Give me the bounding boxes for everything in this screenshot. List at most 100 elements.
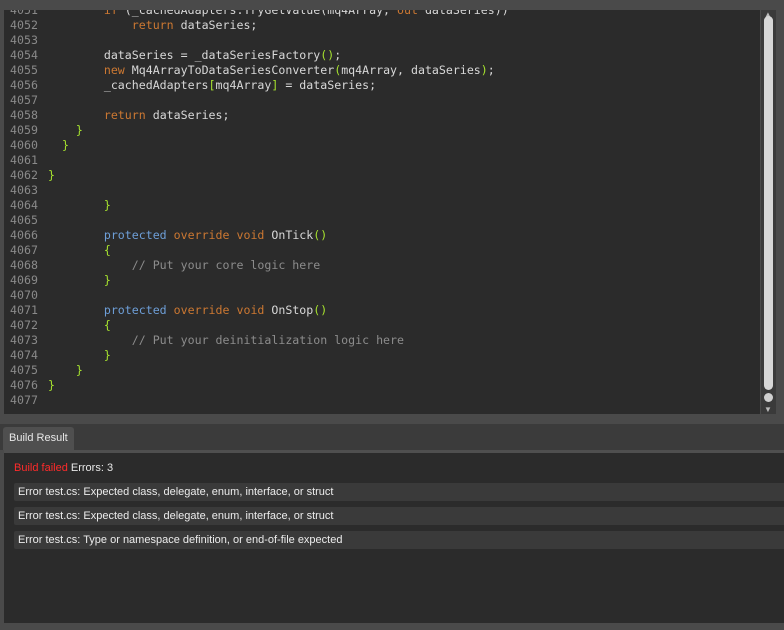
line-number: 4075 (10, 363, 38, 377)
code-line[interactable]: 4066 protected override void OnTick() (4, 228, 760, 243)
error-row[interactable]: Error test.cs: Type or namespace definit… (14, 531, 784, 549)
code-token: if (103, 10, 118, 17)
code-token: override (173, 228, 230, 242)
scrollbar-thumb[interactable] (764, 16, 773, 390)
line-number: 4071 (10, 303, 38, 317)
code-text: return dataSeries; (48, 108, 230, 123)
code-line[interactable]: 4059 } (4, 123, 760, 138)
error-row[interactable]: Error test.cs: Expected class, delegate,… (14, 483, 784, 501)
code-token: return (131, 18, 174, 32)
code-line[interactable]: 4062} (4, 168, 760, 183)
code-line[interactable]: 4075 } (4, 363, 760, 378)
editor-vertical-scrollbar[interactable]: ▲ ▼ (761, 10, 776, 414)
code-token: [ (208, 78, 216, 92)
code-text: } (48, 348, 111, 363)
code-text: dataSeries = _dataSeriesFactory(); (48, 48, 341, 63)
code-line[interactable]: 4056 _cachedAdapters[mq4Array] = dataSer… (4, 78, 760, 93)
line-number: 4059 (10, 123, 38, 137)
code-line[interactable]: 4070 (4, 288, 760, 303)
code-token: mq4Array (215, 78, 272, 92)
code-line[interactable]: 4054 dataSeries = _dataSeriesFactory(); (4, 48, 760, 63)
code-token: out (397, 10, 418, 17)
panel-splitter[interactable] (0, 414, 784, 424)
code-token: { (103, 243, 111, 257)
code-text: new Mq4ArrayToDataSeriesConverter(mq4Arr… (48, 63, 495, 78)
code-token: } (103, 348, 111, 362)
code-line[interactable]: 4076} (4, 378, 760, 393)
code-line[interactable]: 4061 (4, 153, 760, 168)
line-number: 4074 (10, 348, 38, 362)
code-token: ; (487, 63, 495, 77)
line-number: 4072 (10, 318, 38, 332)
code-token: return (103, 108, 146, 122)
error-row[interactable]: Error test.cs: Expected class, delegate,… (14, 507, 784, 525)
code-token: } (103, 273, 111, 287)
code-line[interactable]: 4074 } (4, 348, 760, 363)
code-token: dataSeries)) (417, 10, 509, 17)
code-line[interactable]: 4072 { (4, 318, 760, 333)
tab-build-result[interactable]: Build Result (3, 427, 74, 450)
code-line[interactable]: 4057 (4, 93, 760, 108)
code-token: dataSeries; (145, 108, 230, 122)
code-text: protected override void OnStop() (48, 303, 327, 318)
code-line[interactable]: 4058 return dataSeries; (4, 108, 760, 123)
code-token: () (320, 48, 335, 62)
code-text: { (48, 318, 111, 333)
code-line[interactable]: 4073 // Put your deinitialization logic … (4, 333, 760, 348)
code-text: // Put your core logic here (48, 258, 320, 273)
line-number: 4067 (10, 243, 38, 257)
code-line[interactable]: 4051 if (_cachedAdapters.TryGetValue(mq4… (4, 10, 760, 18)
code-token: OnStop (264, 303, 314, 317)
code-line[interactable]: 4060 } (4, 138, 760, 153)
code-line[interactable]: 4055 new Mq4ArrayToDataSeriesConverter(m… (4, 63, 760, 78)
code-line[interactable]: 4068 // Put your core logic here (4, 258, 760, 273)
code-text: // Put your deinitialization logic here (48, 333, 404, 348)
code-token: } (75, 363, 83, 377)
code-token: protected (103, 228, 167, 242)
code-text: if (_cachedAdapters.TryGetValue(mq4Array… (48, 10, 509, 18)
code-line[interactable]: 4071 protected override void OnStop() (4, 303, 760, 318)
scroll-position-dot-icon (764, 393, 773, 402)
code-text: { (48, 243, 111, 258)
build-failed-label: Build failed (14, 462, 68, 474)
code-line[interactable]: 4067 { (4, 243, 760, 258)
line-number: 4065 (10, 213, 38, 227)
code-token: } (48, 378, 55, 392)
code-text: } (48, 378, 55, 393)
code-text: protected override void OnTick() (48, 228, 327, 243)
line-number: 4051 (10, 10, 38, 17)
code-token: mq4Array, dataSeries (341, 63, 481, 77)
code-text: } (48, 123, 83, 138)
code-text: return dataSeries; (48, 18, 258, 33)
line-number: 4068 (10, 258, 38, 272)
code-line[interactable]: 4077 (4, 393, 760, 408)
code-line[interactable]: 4065 (4, 213, 760, 228)
line-number: 4070 (10, 288, 38, 302)
line-number: 4077 (10, 393, 38, 407)
code-line[interactable]: 4064 } (4, 198, 760, 213)
scroll-down-arrow-icon[interactable]: ▼ (764, 405, 772, 414)
code-line[interactable]: 4063 (4, 183, 760, 198)
code-text: } (48, 198, 111, 213)
code-token: (_cachedAdapters.TryGetValue(mq4Array, (117, 10, 398, 17)
code-token: protected (103, 303, 167, 317)
code-text: } (48, 363, 83, 378)
code-token: _cachedAdapters (48, 78, 209, 92)
code-line[interactable]: 4069 } (4, 273, 760, 288)
code-editor[interactable]: 4051 if (_cachedAdapters.TryGetValue(mq4… (4, 10, 760, 414)
code-token: } (48, 168, 55, 182)
line-number: 4054 (10, 48, 38, 62)
code-line[interactable]: 4052 return dataSeries; (4, 18, 760, 33)
code-line[interactable]: 4053 (4, 33, 760, 48)
